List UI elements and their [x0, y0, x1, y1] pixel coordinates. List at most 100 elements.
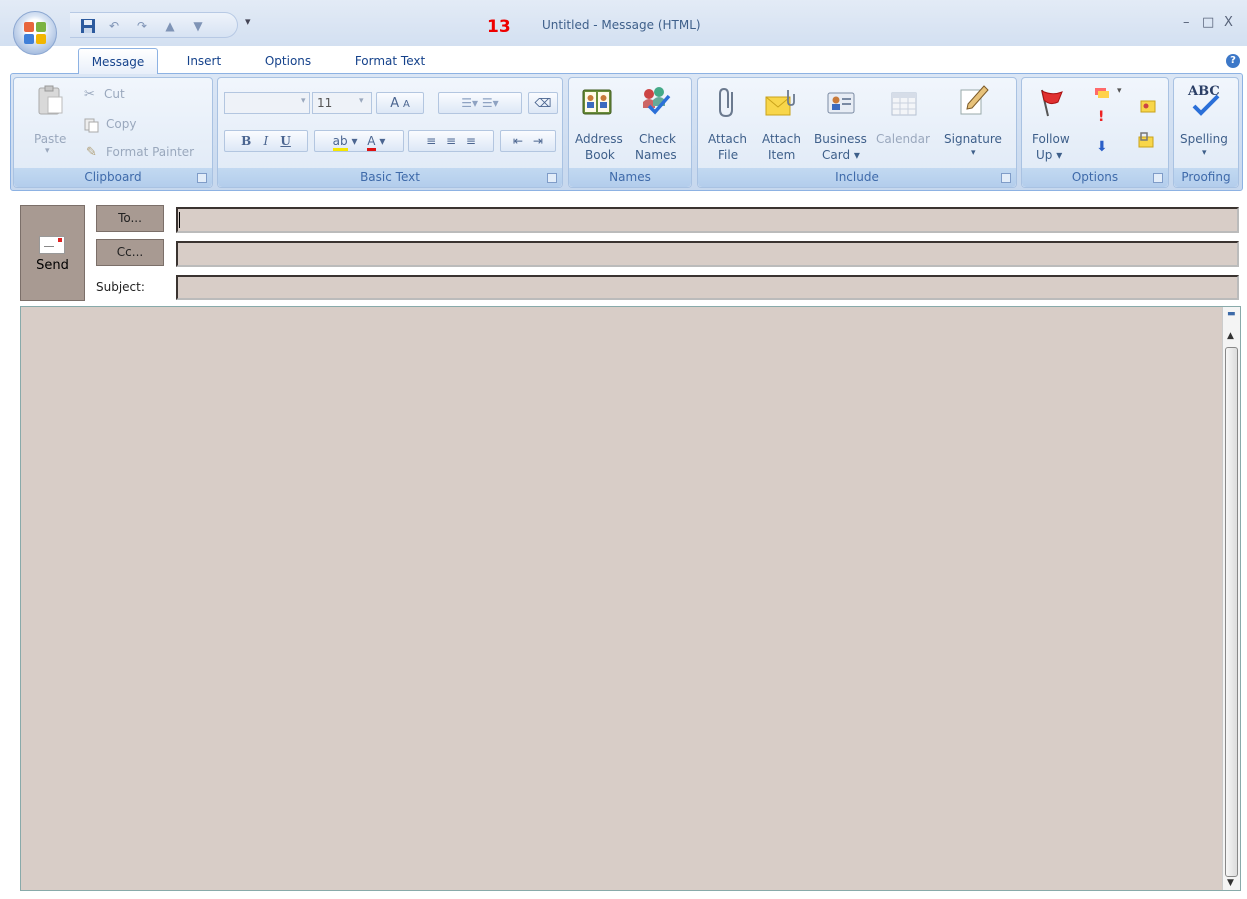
scroll-down-icon[interactable]: ▼ — [1227, 878, 1234, 888]
font-dropdown-icon[interactable]: ▾ — [301, 96, 306, 106]
clear-formatting-icon[interactable]: ⌫ — [528, 92, 558, 114]
cut-label[interactable]: Cut — [104, 87, 125, 101]
low-importance-icon[interactable]: ⬇ — [1096, 139, 1112, 155]
align-right-icon[interactable]: ≡ — [466, 134, 476, 148]
copy-label[interactable]: Copy — [106, 117, 136, 131]
high-importance-icon[interactable]: ! — [1098, 109, 1114, 125]
encrypt-icon[interactable] — [1138, 132, 1154, 148]
format-painter-icon[interactable]: ✎ — [86, 145, 102, 161]
close-button[interactable]: X — [1224, 15, 1233, 30]
scroll-up-icon[interactable]: ▲ — [1227, 331, 1234, 341]
attach-item-label-1[interactable]: Attach — [762, 132, 801, 146]
include-dialog-launcher-icon[interactable] — [1001, 173, 1011, 183]
font-size-dropdown-icon[interactable]: ▾ — [359, 96, 364, 106]
ruler-toggle-icon[interactable]: ▬ — [1227, 309, 1236, 319]
spelling-dropdown-icon[interactable]: ▾ — [1202, 148, 1207, 158]
attach-file-label-1[interactable]: Attach — [708, 132, 747, 146]
include-group-label: Include — [698, 168, 1016, 187]
paste-icon[interactable] — [34, 84, 66, 116]
calendar-label[interactable]: Calendar — [876, 132, 930, 146]
permission-icon[interactable] — [1140, 98, 1156, 114]
bold-button[interactable]: B — [241, 134, 251, 148]
next-item-icon[interactable]: ▼ — [190, 18, 206, 34]
follow-up-label-2[interactable]: Up ▾ — [1036, 148, 1062, 162]
help-icon[interactable]: ? — [1226, 54, 1240, 68]
to-field[interactable] — [176, 207, 1239, 233]
tab-format-text[interactable]: Format Text — [345, 48, 435, 74]
categorize-dropdown-icon[interactable]: ▾ — [1117, 86, 1122, 96]
customize-qat-icon[interactable]: ▾ — [245, 15, 251, 28]
attach-item-label-2[interactable]: Item — [768, 148, 795, 162]
underline-button[interactable]: U — [280, 134, 290, 148]
bullets-numbering: ☰▾ ☰▾ — [438, 92, 522, 114]
minimize-button[interactable]: – — [1183, 15, 1190, 30]
paperclip-icon[interactable] — [712, 86, 744, 118]
font-color-icon[interactable]: A — [367, 134, 376, 151]
categorize-icon[interactable] — [1094, 84, 1110, 100]
to-button[interactable]: To... — [96, 205, 164, 232]
previous-item-icon[interactable]: ▲ — [162, 18, 178, 34]
business-card-label-2[interactable]: Card ▾ — [822, 148, 860, 162]
copy-icon[interactable] — [84, 117, 100, 133]
names-group: Address Book Check Names Names — [568, 77, 692, 188]
paste-label[interactable]: Paste — [34, 132, 66, 146]
options-dialog-launcher-icon[interactable] — [1153, 173, 1163, 183]
numbering-icon[interactable]: ☰▾ — [482, 96, 499, 110]
undo-icon[interactable]: ↶ — [106, 18, 122, 34]
address-book-label-2[interactable]: Book — [585, 148, 615, 162]
redo-icon[interactable]: ↷ — [134, 18, 150, 34]
basic-text-dialog-launcher-icon[interactable] — [547, 173, 557, 183]
signature-label[interactable]: Signature — [944, 132, 1002, 146]
save-icon[interactable] — [80, 18, 96, 34]
vertical-scrollbar[interactable]: ▬ ▲ ▼ — [1222, 307, 1240, 890]
increase-indent-icon[interactable]: ⇥ — [533, 134, 543, 148]
follow-up-flag-icon[interactable] — [1034, 86, 1066, 118]
signature-dropdown-icon[interactable]: ▾ — [971, 148, 976, 158]
attach-item-icon[interactable] — [764, 88, 796, 120]
grow-font-button[interactable]: A — [390, 96, 399, 111]
spelling-icon[interactable]: ABC — [1188, 84, 1220, 116]
highlight-icon[interactable]: ab — [332, 134, 348, 151]
step-number: 13 — [487, 17, 511, 37]
office-button[interactable] — [13, 11, 57, 55]
check-names-label-2[interactable]: Names — [635, 148, 677, 162]
subject-field[interactable] — [176, 275, 1239, 300]
clipboard-dialog-launcher-icon[interactable] — [197, 173, 207, 183]
decrease-indent-icon[interactable]: ⇤ — [513, 134, 523, 148]
address-book-label-1[interactable]: Address — [575, 132, 623, 146]
cut-icon[interactable]: ✂ — [84, 87, 100, 103]
format-painter-label[interactable]: Format Painter — [106, 145, 194, 159]
options-group-label: Options — [1022, 168, 1168, 187]
alignment-buttons: ≡ ≡ ≡ — [408, 130, 494, 152]
bullets-icon[interactable]: ☰▾ — [461, 96, 478, 110]
check-names-label-1[interactable]: Check — [639, 132, 676, 146]
paste-dropdown-icon[interactable]: ▾ — [45, 146, 50, 156]
scrollbar-thumb[interactable] — [1225, 347, 1238, 877]
send-button[interactable]: Send — [20, 205, 85, 301]
align-center-icon[interactable]: ≡ — [446, 134, 456, 148]
tab-message[interactable]: Message — [78, 48, 158, 74]
business-card-icon[interactable] — [826, 88, 858, 120]
address-book-icon[interactable] — [581, 86, 613, 118]
highlight-fontcolor: ab ▾ A ▾ — [314, 130, 404, 152]
cc-button[interactable]: Cc... — [96, 239, 164, 266]
shrink-font-button[interactable]: A — [403, 99, 410, 110]
tab-options[interactable]: Options — [255, 48, 321, 74]
business-card-label-1[interactable]: Business — [814, 132, 867, 146]
signature-icon[interactable] — [958, 84, 990, 116]
tab-insert[interactable]: Insert — [176, 48, 232, 74]
attach-file-label-2[interactable]: File — [718, 148, 738, 162]
maximize-button[interactable]: □ — [1202, 15, 1214, 30]
follow-up-label-1[interactable]: Follow — [1032, 132, 1070, 146]
check-names-icon[interactable] — [639, 84, 671, 116]
calendar-icon[interactable] — [888, 88, 920, 120]
message-body[interactable] — [20, 306, 1241, 891]
font-name-combo[interactable] — [224, 92, 310, 114]
italic-button[interactable]: I — [263, 134, 268, 148]
spelling-label[interactable]: Spelling — [1180, 132, 1228, 146]
cc-field[interactable] — [176, 241, 1239, 267]
align-left-icon[interactable]: ≡ — [426, 134, 436, 148]
indent-buttons: ⇤ ⇥ — [500, 130, 556, 152]
names-group-label: Names — [569, 168, 691, 187]
font-size-combo[interactable]: 11 ▾ — [312, 92, 372, 114]
